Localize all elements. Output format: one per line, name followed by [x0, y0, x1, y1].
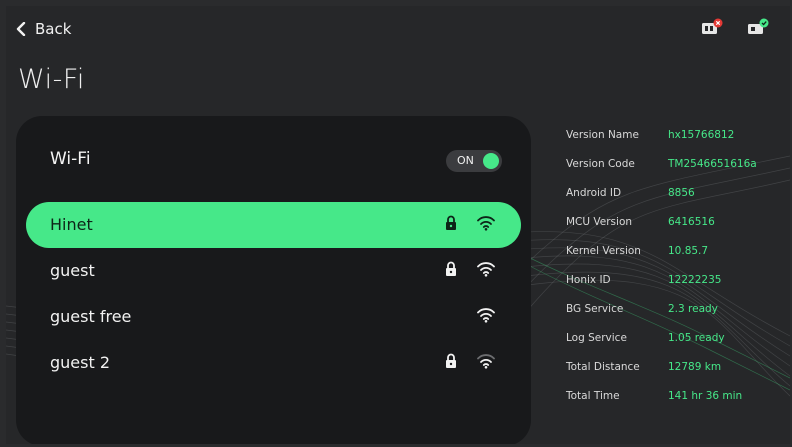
wifi-signal-full-icon	[477, 262, 495, 277]
card-error-icon	[702, 18, 723, 34]
info-value: TM2546651616a	[668, 158, 757, 170]
info-value: 2.3 ready	[668, 303, 718, 315]
screen: Back Wi-Fi Wi-Fi ON Hinet guest guest fr…	[6, 6, 790, 444]
wifi-toggle-label: Wi-Fi	[50, 149, 91, 169]
info-value: 12222235	[668, 274, 722, 286]
toggle-knob	[483, 153, 499, 169]
status-icons	[700, 18, 770, 36]
info-value: 141 hr 36 min	[668, 390, 743, 402]
network-list: Hinet guest guest free guest 2	[26, 202, 521, 386]
network-item-guest[interactable]: guest	[26, 248, 521, 294]
lock-icon	[446, 261, 456, 276]
info-label: Total Time	[566, 390, 620, 402]
info-row-kernel-version: Kernel Version 10.85.7	[566, 245, 786, 274]
info-label: BG Service	[566, 303, 624, 315]
network-name: guest 2	[50, 353, 111, 372]
info-label: Version Code	[566, 158, 635, 170]
wifi-toggle[interactable]: ON	[446, 150, 502, 172]
info-label: Kernel Version	[566, 245, 641, 257]
info-label: Version Name	[566, 129, 639, 141]
toggle-state-label: ON	[457, 154, 474, 167]
lock-icon	[446, 353, 456, 368]
info-label: MCU Version	[566, 216, 633, 228]
page-title: Wi-Fi	[18, 64, 85, 95]
info-row-android-id: Android ID 8856	[566, 187, 786, 216]
info-value: 8856	[668, 187, 695, 199]
device-info: Version Name hx15766812 Version Code TM2…	[566, 129, 786, 419]
network-name: guest	[50, 261, 95, 280]
back-button[interactable]: Back	[16, 18, 71, 40]
info-row-version-name: Version Name hx15766812	[566, 129, 786, 158]
wifi-panel: Wi-Fi ON Hinet guest guest free guest 2	[16, 116, 531, 444]
info-row-mcu-version: MCU Version 6416516	[566, 216, 786, 245]
info-row-honix-id: Honix ID 12222235	[566, 274, 786, 303]
wifi-signal-partial-icon	[477, 354, 495, 369]
info-row-total-distance: Total Distance 12789 km	[566, 361, 786, 390]
wifi-signal-full-icon	[477, 216, 495, 231]
network-name: Hinet	[50, 215, 93, 234]
wifi-toggle-row: Wi-Fi ON	[16, 134, 531, 186]
info-label: Honix ID	[566, 274, 611, 286]
info-value: 12789 km	[668, 361, 722, 373]
network-item-guest-2[interactable]: guest 2	[26, 340, 521, 386]
chevron-left-icon	[16, 22, 26, 36]
card-ok-icon	[748, 18, 769, 34]
network-name: guest free	[50, 307, 132, 326]
network-item-guest-free[interactable]: guest free	[26, 294, 521, 340]
info-value: hx15766812	[668, 129, 735, 141]
info-label: Log Service	[566, 332, 627, 344]
info-row-total-time: Total Time 141 hr 36 min	[566, 390, 786, 419]
info-row-bg-service: BG Service 2.3 ready	[566, 303, 786, 332]
top-bar: Back	[6, 6, 790, 52]
info-row-version-code: Version Code TM2546651616a	[566, 158, 786, 187]
info-value: 10.85.7	[668, 245, 709, 257]
back-label: Back	[35, 20, 72, 38]
network-item-hinet[interactable]: Hinet	[26, 202, 521, 248]
info-row-log-service: Log Service 1.05 ready	[566, 332, 786, 361]
wifi-signal-full-icon	[477, 308, 495, 323]
info-value: 1.05 ready	[668, 332, 725, 344]
lock-icon	[446, 215, 456, 230]
info-label: Total Distance	[566, 361, 640, 373]
info-value: 6416516	[668, 216, 715, 228]
info-label: Android ID	[566, 187, 622, 199]
